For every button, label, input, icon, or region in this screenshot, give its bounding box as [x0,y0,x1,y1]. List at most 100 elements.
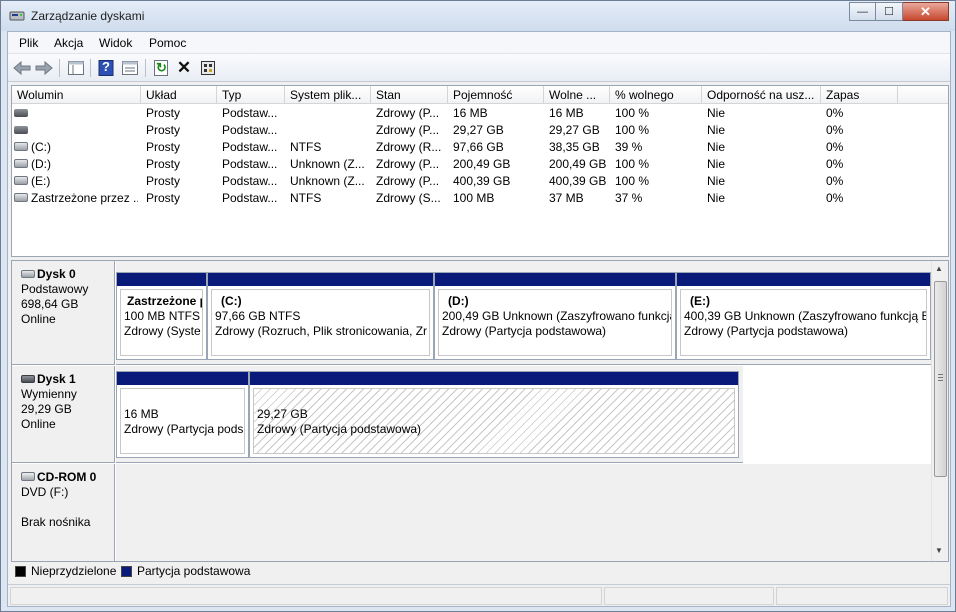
cell-capacity: 400,39 GB [453,174,545,188]
maximize-button[interactable]: ☐ [876,2,903,21]
disk-1-label[interactable]: Dysk 1 Wymienny 29,29 GB Online [12,366,115,463]
column-header-volume[interactable]: Wolumin [12,86,141,104]
close-button[interactable]: ✕ [903,2,949,21]
drive-icon [14,142,28,152]
drive-icon [14,108,28,117]
menu-plik[interactable]: Plik [19,36,38,50]
cell-fault-tolerance: Nie [707,123,822,137]
status-pane-main [10,587,602,605]
toolbar-separator [90,59,91,77]
column-header-filesystem[interactable]: System plik... [285,86,371,104]
forward-arrow-icon[interactable] [34,58,54,78]
column-header-overhead[interactable]: Zapas [821,86,898,104]
cell-type: Podstaw... [222,106,286,120]
cell-type: Podstaw... [222,157,286,171]
column-header-capacity[interactable]: Pojemność [448,86,544,104]
partition-system-reserved[interactable]: Zastrzeżone p 100 MB NTFS Zdrowy (Syste [116,272,207,360]
cell-free: 200,49 GB [549,157,611,171]
legend-unallocated-label: Nieprzydzielone [31,564,117,578]
volume-list[interactable]: Wolumin Układ Typ System plik... Stan Po… [11,85,949,257]
column-header-fault-tolerance[interactable]: Odporność na usz... [702,86,821,104]
console-tree-icon[interactable] [66,58,86,78]
disk-0-partitions: Zastrzeżone p 100 MB NTFS Zdrowy (Syste … [116,261,931,365]
partition-16mb[interactable]: 16 MB Zdrowy (Partycja pods [116,371,249,458]
table-row[interactable]: (D:) Prosty Podstaw... Unknown (Z... Zdrowy … [12,156,948,173]
scroll-up-arrow[interactable]: ▲ [935,264,943,273]
back-arrow-icon[interactable] [12,58,32,78]
column-header-status[interactable]: Stan [371,86,448,104]
cell-overhead: 0% [826,106,899,120]
toolbar-separator [145,59,146,77]
table-row[interactable]: Prosty Podstaw... Zdrowy (P... 29,27 GB 29,2… [12,122,948,139]
cell-text: Zdrowy (R... [376,140,442,154]
cdrom-0-area [116,464,931,561]
cell-text: 0% [826,157,844,171]
partition-status: Zdrowy (Syste [124,324,201,338]
partition-e[interactable]: (E:) 400,39 GB Unknown (Zaszyfrowano fun… [676,272,931,360]
disk-type: Wymienny [21,387,77,401]
scrollbar-grip [938,374,943,381]
vertical-scrollbar[interactable]: ▲ ▼ [931,261,948,561]
primary-partition-bar [250,372,738,385]
cell-status: Zdrowy (P... [376,174,449,188]
menu-pomoc[interactable]: Pomoc [149,36,186,50]
partition-29gb[interactable]: 29,27 GB Zdrowy (Partycja podstawowa) [249,371,739,458]
column-header-type[interactable]: Typ [217,86,285,104]
primary-partition-bar [117,372,248,385]
scrollbar-thumb[interactable] [934,281,947,477]
table-row[interactable]: (C:) Prosty Podstaw... NTFS Zdrowy (R... 97,6… [12,139,948,156]
settings-icon[interactable] [198,58,218,78]
cell-text: Zdrowy (P... [376,157,440,171]
column-header-free[interactable]: Wolne ... [544,86,610,104]
partition-status: Zdrowy (Partycja podstawowa) [442,324,607,338]
delete-glyph: ✕ [176,58,192,77]
cell-text: Podstaw... [222,106,278,120]
menu-akcja[interactable]: Akcja [54,36,83,50]
disk-status: Online [21,312,56,326]
cell-layout: Prosty [146,191,218,205]
cell-fault-tolerance: Nie [707,191,822,205]
cell-text: 100 % [615,174,650,188]
table-row[interactable]: Zastrzeżone przez ... Prosty Podstaw... NTF… [12,190,948,207]
properties-icon[interactable] [120,58,140,78]
cell-overhead: 0% [826,140,899,154]
cell-text: Podstaw... [222,174,278,188]
refresh-icon[interactable]: ↻ [151,58,171,78]
cdrom-0-label[interactable]: CD-ROM 0 DVD (F:) Brak nośnika [12,464,115,561]
delete-icon[interactable]: ✕ [174,58,194,78]
cell-free: 37 MB [549,191,611,205]
column-header-percent-free[interactable]: % wolnego [610,86,702,104]
cell-text: 0% [826,106,844,120]
partition-d[interactable]: (D:) 200,49 GB Unknown (Zaszyfrowano fun… [434,272,676,360]
toolbar-separator [59,59,60,77]
cell-text: Nie [707,123,726,137]
partition-size: 100 MB NTFS [124,309,201,323]
cell-capacity: 100 MB [453,191,545,205]
partition-c[interactable]: (C:) 97,66 GB NTFS Zdrowy (Rozruch, Plik… [207,272,434,360]
partition-name: (C:) [221,294,242,308]
cdrom-icon [21,472,35,482]
partition-name: (E:) [690,294,710,308]
column-header-layout[interactable]: Układ [141,86,217,104]
minimize-button[interactable]: — [849,2,876,21]
primary-partition-bar [677,273,930,286]
legend-unallocated-swatch [15,566,26,577]
cell-overhead: 0% [826,123,899,137]
title-bar[interactable]: Zarządzanie dyskami — ☐ ✕ [1,1,955,31]
table-row[interactable]: Prosty Podstaw... Zdrowy (P... 16 MB 16 MB 10… [12,105,948,122]
help-icon[interactable]: ? [96,58,116,78]
cell-text: Nie [707,106,726,120]
cell-status: Zdrowy (R... [376,140,449,154]
table-row[interactable]: (E:) Prosty Podstaw... Unknown (Z... Zdrowy … [12,173,948,190]
menu-widok[interactable]: Widok [99,36,132,50]
cell-text: 16 MB [453,106,488,120]
volume-list-header: Wolumin Układ Typ System plik... Stan Po… [12,86,948,104]
scroll-down-arrow[interactable]: ▼ [935,546,943,555]
cell-capacity: 16 MB [453,106,545,120]
cell-text: Nie [707,191,726,205]
partition-name: (D:) [448,294,469,308]
disk-0-label[interactable]: Dysk 0 Podstawowy 698,64 GB Online [12,261,115,365]
cell-text: 100 MB [453,191,495,205]
cell-text: Podstaw... [222,157,278,171]
cell-text: NTFS [290,191,322,205]
